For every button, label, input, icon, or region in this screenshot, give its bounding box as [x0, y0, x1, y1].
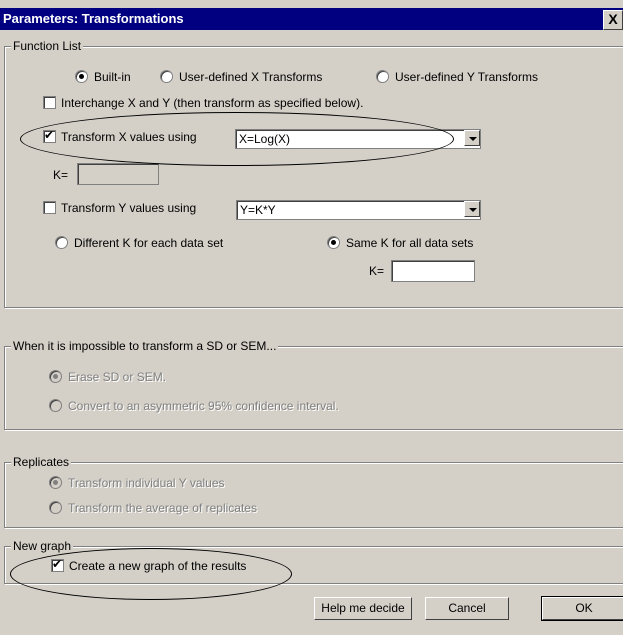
radio-different-k-indicator[interactable] — [55, 236, 68, 249]
convert-ci-label: Convert to an asymmetric 95% confidence … — [68, 399, 339, 413]
radio-user-x[interactable]: User-defined X Transforms — [160, 69, 322, 85]
transform-y-select[interactable]: Y=K*Y — [236, 200, 481, 220]
radio-individual-y-indicator — [49, 476, 62, 489]
transform-y-label: Transform Y values using — [61, 201, 197, 215]
radio-builtin-label: Built-in — [94, 70, 131, 84]
create-graph-label: Create a new graph of the results — [69, 559, 247, 573]
transform-x-select[interactable]: X=Log(X) — [235, 129, 481, 149]
radio-user-y-label: User-defined Y Transforms — [395, 70, 538, 84]
replicates-group: Replicates Transform individual Y values… — [4, 455, 623, 528]
function-list-legend: Function List — [11, 39, 84, 53]
radio-erase-sd-indicator — [49, 370, 62, 383]
radio-user-y[interactable]: User-defined Y Transforms — [376, 69, 538, 85]
average-replicates-label: Transform the average of replicates — [68, 501, 257, 515]
replicates-legend: Replicates — [11, 455, 72, 469]
individual-y-label: Transform individual Y values — [68, 476, 225, 490]
create-graph-checkbox[interactable]: Create a new graph of the results — [51, 557, 247, 574]
kx-input — [77, 163, 159, 185]
sd-sem-legend: When it is impossible to transform a SD … — [11, 339, 279, 353]
create-graph-check-indicator[interactable] — [51, 557, 64, 572]
radio-same-k[interactable]: Same K for all data sets — [327, 235, 473, 251]
ky-input[interactable] — [391, 260, 475, 282]
window-title: Parameters: Transformations — [3, 11, 184, 26]
cancel-button[interactable]: Cancel — [425, 597, 509, 620]
transform-x-check-indicator[interactable] — [43, 128, 56, 143]
radio-individual-y: Transform individual Y values — [49, 475, 225, 491]
sd-sem-group: When it is impossible to transform a SD … — [4, 339, 623, 430]
radio-user-x-indicator[interactable] — [160, 70, 173, 83]
interchange-check-indicator[interactable] — [43, 96, 56, 109]
radio-different-k[interactable]: Different K for each data set — [55, 235, 223, 251]
transformations-dialog: Parameters: Transformations X Function L… — [0, 0, 623, 635]
different-k-label: Different K for each data set — [74, 236, 224, 250]
interchange-label: Interchange X and Y (then transform as s… — [61, 96, 364, 110]
chevron-down-icon[interactable] — [464, 201, 480, 217]
ky-label: K= — [369, 264, 385, 278]
transform-x-value: X=Log(X) — [239, 132, 291, 146]
radio-user-x-label: User-defined X Transforms — [179, 70, 323, 84]
function-list-group: Function List Built-in User-defined X Tr… — [4, 39, 623, 308]
radio-same-k-indicator[interactable] — [327, 236, 340, 249]
radio-convert-ci: Convert to an asymmetric 95% confidence … — [49, 398, 339, 414]
title-bar[interactable]: Parameters: Transformations X — [0, 8, 623, 30]
transform-x-label: Transform X values using — [61, 130, 197, 144]
radio-builtin[interactable]: Built-in — [75, 69, 131, 85]
erase-sd-label: Erase SD or SEM. — [68, 370, 167, 384]
radio-builtin-indicator[interactable] — [75, 70, 88, 83]
radio-convert-ci-indicator — [49, 399, 62, 412]
transform-y-check-indicator[interactable] — [43, 201, 56, 214]
same-k-label: Same K for all data sets — [346, 236, 474, 250]
chevron-down-icon[interactable] — [464, 130, 480, 146]
transform-y-checkbox[interactable]: Transform Y values using — [43, 200, 196, 216]
close-button[interactable]: X — [603, 10, 623, 30]
transform-y-value: Y=K*Y — [240, 203, 276, 217]
new-graph-legend: New graph — [11, 539, 74, 553]
radio-user-y-indicator[interactable] — [376, 70, 389, 83]
help-me-decide-button[interactable]: Help me decide — [314, 597, 412, 620]
radio-average-replicates-indicator — [49, 501, 62, 514]
interchange-checkbox[interactable]: Interchange X and Y (then transform as s… — [43, 95, 363, 111]
ok-button[interactable]: OK — [541, 596, 623, 621]
radio-average-replicates: Transform the average of replicates — [49, 500, 257, 516]
kx-label: K= — [53, 168, 69, 182]
radio-erase-sd: Erase SD or SEM. — [49, 369, 166, 385]
transform-x-checkbox[interactable]: Transform X values using — [43, 128, 197, 145]
new-graph-group: New graph Create a new graph of the resu… — [4, 539, 623, 584]
